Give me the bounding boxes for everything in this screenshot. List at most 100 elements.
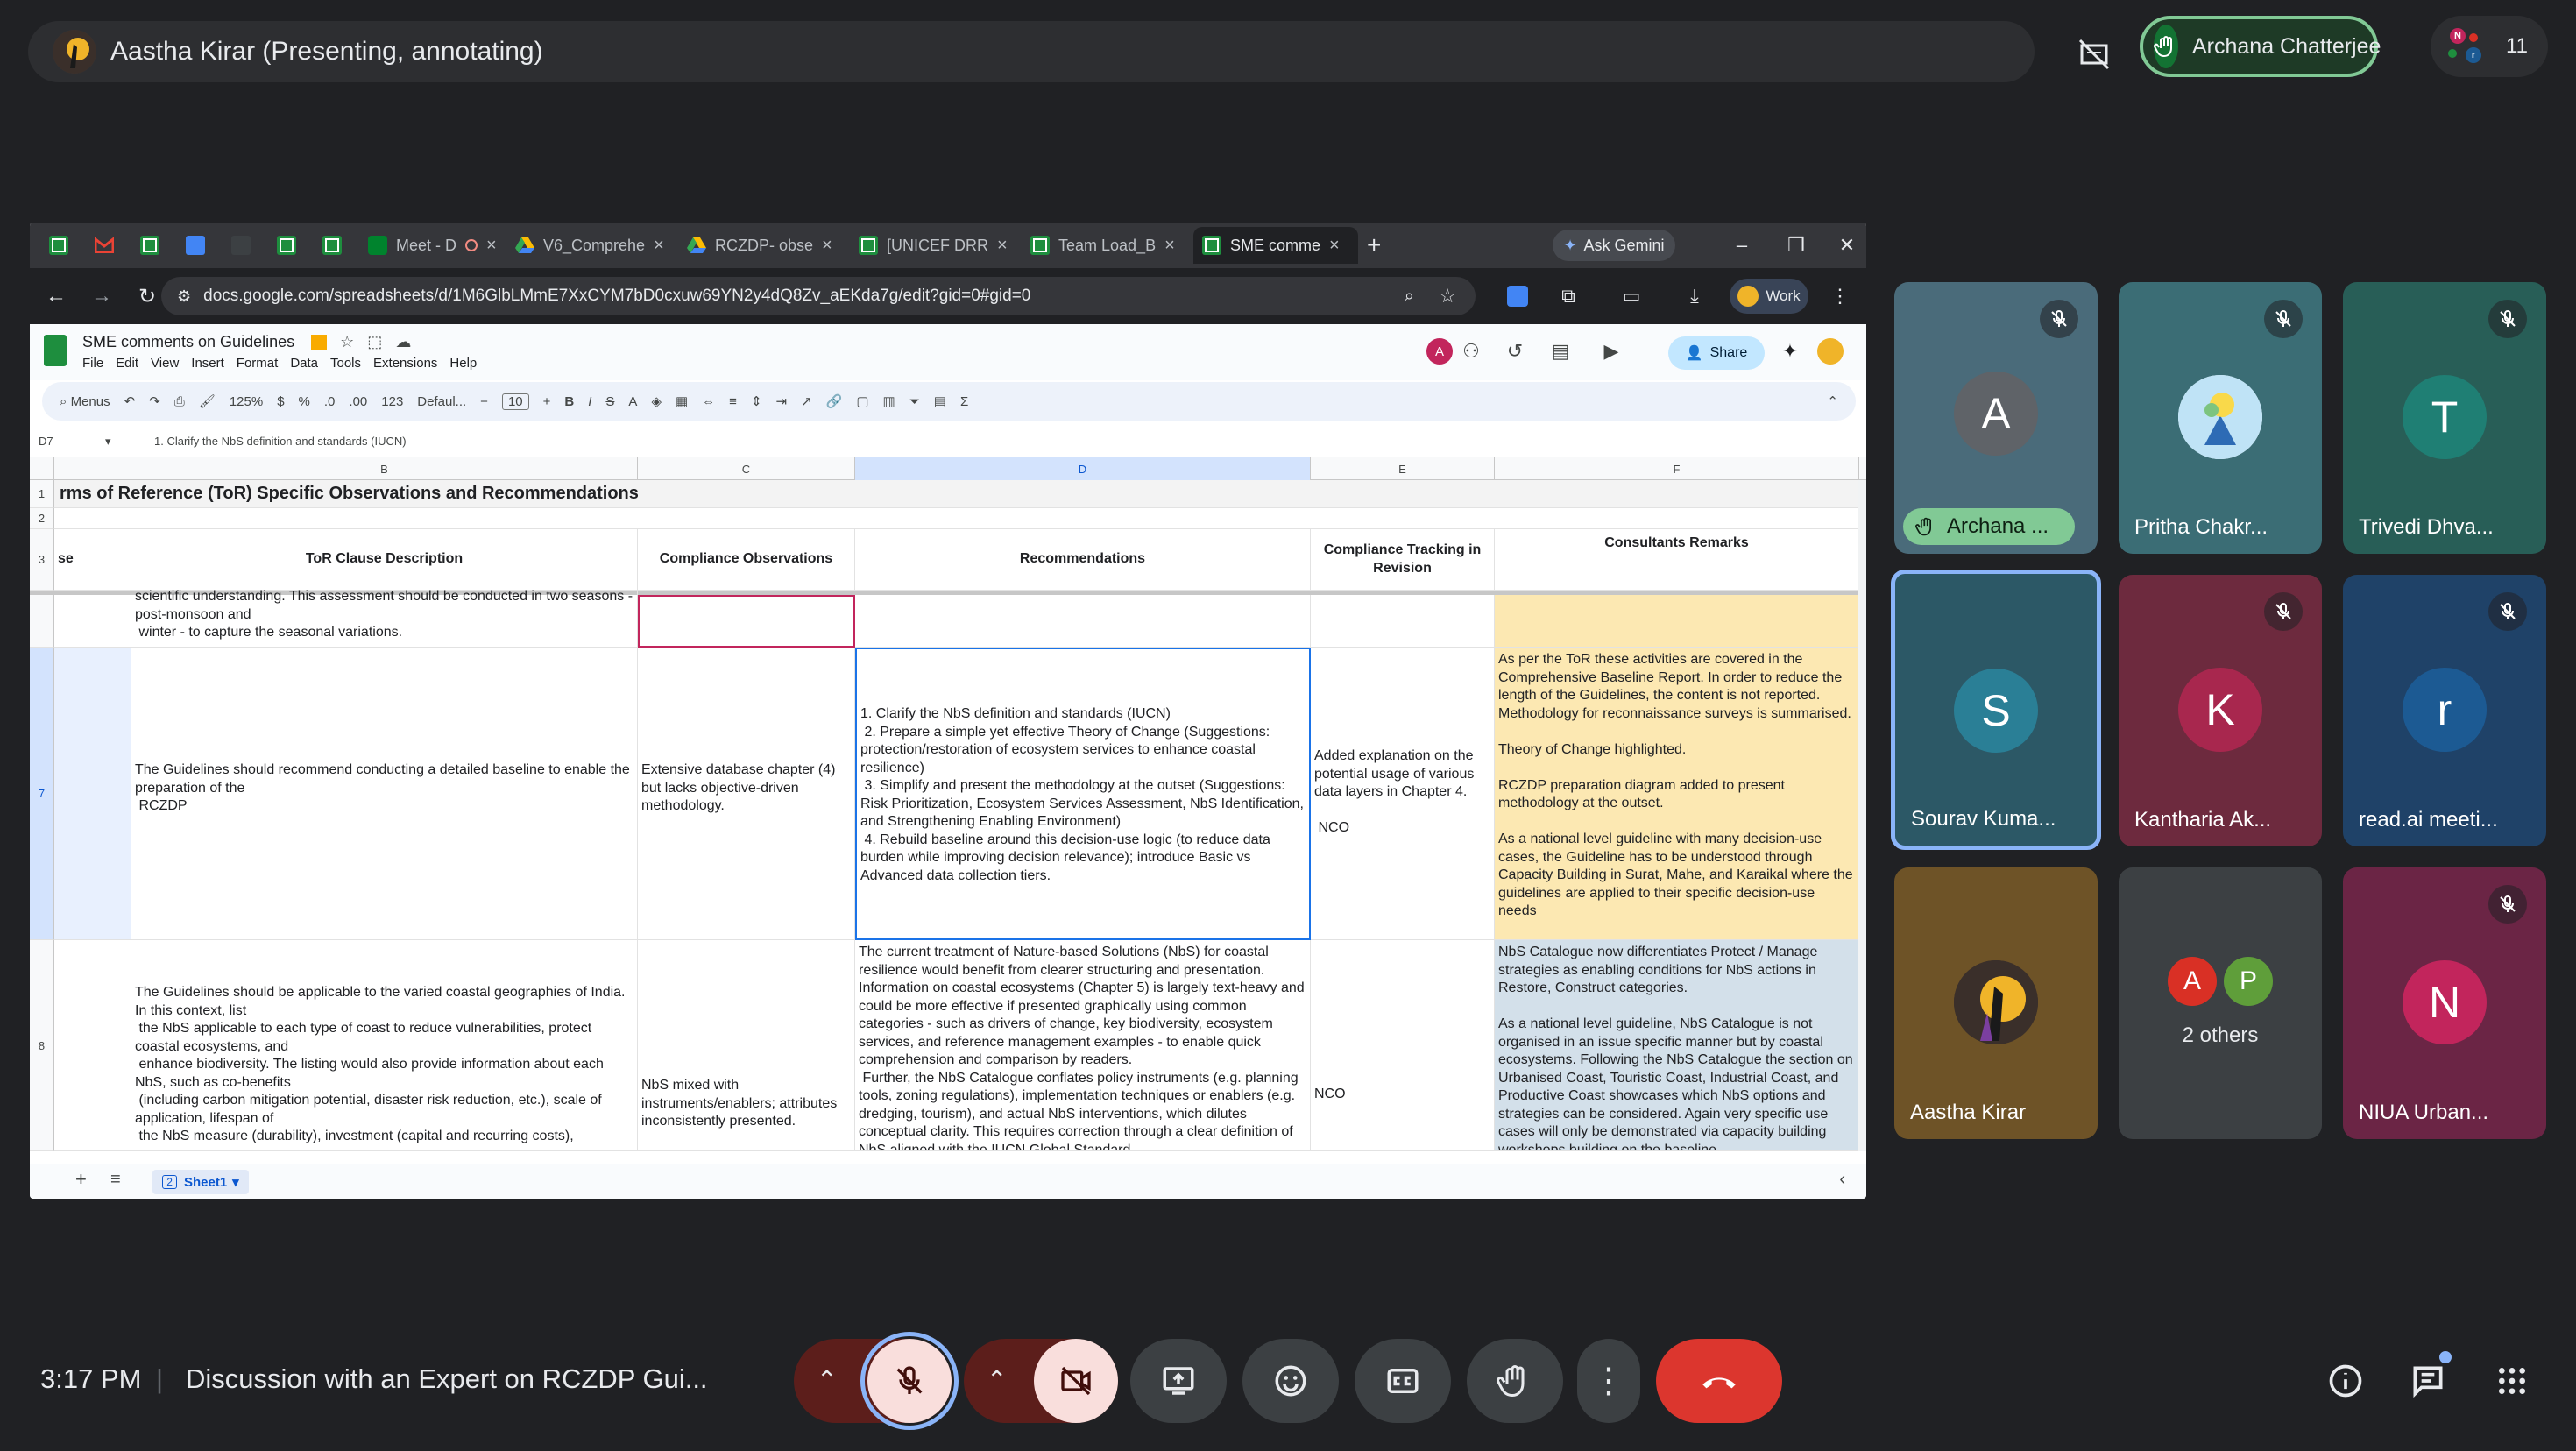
more-options-button[interactable]: ⋮ — [1577, 1339, 1640, 1423]
profile-work-chip[interactable]: Work — [1730, 279, 1808, 314]
cell-d7-selected[interactable]: 1. Clarify the NbS definition and standa… — [855, 648, 1311, 940]
column-header-c[interactable]: C — [638, 457, 855, 480]
row-number[interactable]: 2 — [30, 508, 54, 529]
collapse-toolbar-icon[interactable]: ⌃ — [1827, 393, 1838, 409]
undo-icon[interactable]: ↶ — [124, 393, 136, 409]
header-cell-f[interactable]: Consultants Remarks — [1495, 529, 1859, 591]
merge-cells-icon[interactable]: ⇔ — [702, 394, 715, 409]
cell-d6[interactable] — [855, 595, 1311, 648]
share-button[interactable]: 👤 Share — [1668, 336, 1765, 370]
zoom-icon[interactable]: ⌕ — [1405, 287, 1414, 307]
participant-tile-others[interactable]: A P 2 others — [2119, 867, 2322, 1139]
column-header-f[interactable]: F — [1495, 457, 1859, 480]
cell-c6[interactable] — [638, 595, 855, 648]
ask-gemini-button[interactable]: ✦ Ask Gemini — [1553, 230, 1675, 261]
cell-b6[interactable]: scientific understanding. This assessmen… — [131, 588, 638, 648]
fill-color-icon[interactable]: ◈ — [651, 393, 662, 409]
column-header-d[interactable]: D — [855, 457, 1311, 480]
meet-call-icon[interactable]: ▶ — [1598, 338, 1624, 365]
participant-tile-sourav-speaking[interactable]: S Sourav Kuma... — [1891, 570, 2101, 850]
chat-button[interactable] — [2390, 1339, 2466, 1423]
menu-file[interactable]: File — [82, 356, 103, 371]
formula-input[interactable]: 1. Clarify the NbS definition and standa… — [154, 435, 407, 448]
leave-call-button[interactable] — [1656, 1339, 1782, 1423]
menu-format[interactable]: Format — [237, 356, 279, 371]
tab-sme-comments[interactable]: SME comme × — [1193, 227, 1358, 264]
tab-team-load[interactable]: Team Load_B × — [1022, 227, 1193, 264]
rotate-icon[interactable]: ↗ — [801, 393, 812, 409]
font-size-input[interactable]: 10 — [501, 393, 529, 410]
gemini-sheets-icon[interactable]: ✦ — [1777, 338, 1803, 365]
participant-tile-aastha[interactable]: Aastha Kirar — [1894, 867, 2098, 1139]
tab-pinned-sheets-3[interactable] — [268, 227, 314, 264]
cell-e7[interactable]: Added explanation on the potential usage… — [1311, 648, 1495, 940]
header-cell-a[interactable]: se — [54, 529, 131, 591]
name-box[interactable]: D7 — [39, 435, 53, 448]
account-avatar[interactable] — [1817, 338, 1844, 365]
restore-icon[interactable]: ❐ — [1779, 230, 1814, 261]
select-all-corner[interactable] — [30, 457, 54, 480]
italic-icon[interactable]: I — [588, 394, 591, 409]
row-number[interactable]: 7 — [30, 648, 54, 940]
new-tab-button[interactable]: + — [1358, 227, 1390, 264]
font-size-plus[interactable]: + — [543, 394, 551, 409]
tab-pinned-apps[interactable] — [223, 227, 268, 264]
participant-tile-niua[interactable]: N NIUA Urban... — [2343, 867, 2546, 1139]
sheets-logo-icon[interactable] — [44, 335, 67, 366]
menu-edit[interactable]: Edit — [116, 356, 138, 371]
cell-b8[interactable]: The Guidelines should be applicable to t… — [131, 940, 638, 1151]
raise-hand-button[interactable] — [1467, 1339, 1563, 1423]
currency-format[interactable]: $ — [277, 394, 284, 409]
browser-menu-icon[interactable]: ⋮ — [1824, 280, 1856, 312]
close-tab-icon[interactable]: × — [1329, 236, 1340, 256]
cell-f7[interactable]: As per the ToR these activities are cove… — [1495, 648, 1859, 940]
header-cell-c[interactable]: Compliance Observations — [638, 529, 855, 591]
star-icon[interactable]: ☆ — [340, 333, 354, 350]
cell-a6[interactable] — [54, 595, 131, 648]
cell-f8[interactable]: NbS Catalogue now differentiates Protect… — [1495, 940, 1859, 1151]
text-color-icon[interactable]: A — [628, 394, 637, 409]
tab-pinned-gmail[interactable] — [86, 227, 131, 264]
cell-f6[interactable] — [1495, 595, 1859, 648]
search-menus-button[interactable]: ⌕ Menus — [60, 394, 110, 409]
tab-pinned-sheets[interactable] — [40, 227, 86, 264]
explore-collapse-icon[interactable]: ‹ — [1839, 1170, 1845, 1190]
meeting-details-button[interactable] — [2308, 1339, 2383, 1423]
tab-rczdp-observations[interactable]: RCZDP- obse × — [678, 227, 850, 264]
decrease-decimal[interactable]: .0 — [324, 394, 336, 409]
sheet-tab-dropdown-icon[interactable]: ▾ — [232, 1174, 239, 1190]
cell-b7[interactable]: The Guidelines should recommend conducti… — [131, 648, 638, 940]
collaborator-icon[interactable]: ⚇ — [1458, 338, 1484, 365]
column-header-b[interactable]: B — [131, 457, 638, 480]
close-tab-icon[interactable]: × — [486, 236, 497, 256]
tab-meet[interactable]: Meet - D × — [359, 227, 506, 264]
add-sheet-icon[interactable]: + — [75, 1168, 87, 1191]
menu-view[interactable]: View — [151, 356, 179, 371]
row-number[interactable] — [30, 595, 54, 648]
font-select[interactable]: Defaul... — [417, 394, 466, 409]
reactions-button[interactable] — [1242, 1339, 1339, 1423]
close-tab-icon[interactable]: × — [822, 236, 832, 256]
extensions-icon[interactable]: ⧉ — [1553, 280, 1584, 312]
increase-decimal[interactable]: .00 — [349, 394, 367, 409]
header-cell-e[interactable]: Compliance Tracking in Revision — [1311, 529, 1495, 591]
insert-comment-icon[interactable]: ▢ — [856, 393, 868, 409]
menu-data[interactable]: Data — [290, 356, 318, 371]
participant-tile-trivedi[interactable]: T Trivedi Dhva... — [2343, 282, 2546, 554]
participants-button[interactable]: N r 11 — [2431, 16, 2548, 77]
vertical-scrollbar[interactable] — [1858, 480, 1866, 1151]
url-bar[interactable]: ⚙ docs.google.com/spreadsheets/d/1M6GlbL… — [161, 277, 1476, 315]
menu-tools[interactable]: Tools — [330, 356, 361, 371]
present-screen-button[interactable] — [1130, 1339, 1227, 1423]
paint-format-icon[interactable]: 🖌 — [199, 393, 216, 409]
tab-pinned-sheets-2[interactable] — [131, 227, 177, 264]
wrap-icon[interactable]: ⇥ — [776, 393, 788, 409]
row-number[interactable]: 8 — [30, 940, 54, 1151]
collaborator-avatar[interactable]: A — [1426, 338, 1453, 365]
cell-e6[interactable] — [1311, 595, 1495, 648]
tab-unicef-drr[interactable]: [UNICEF DRR × — [850, 227, 1022, 264]
borders-icon[interactable]: ▦ — [676, 393, 688, 409]
close-window-icon[interactable]: ✕ — [1829, 230, 1865, 261]
cell-c8[interactable]: NbS mixed with instruments/enablers; att… — [638, 940, 855, 1151]
row-number[interactable]: 1 — [30, 480, 54, 508]
